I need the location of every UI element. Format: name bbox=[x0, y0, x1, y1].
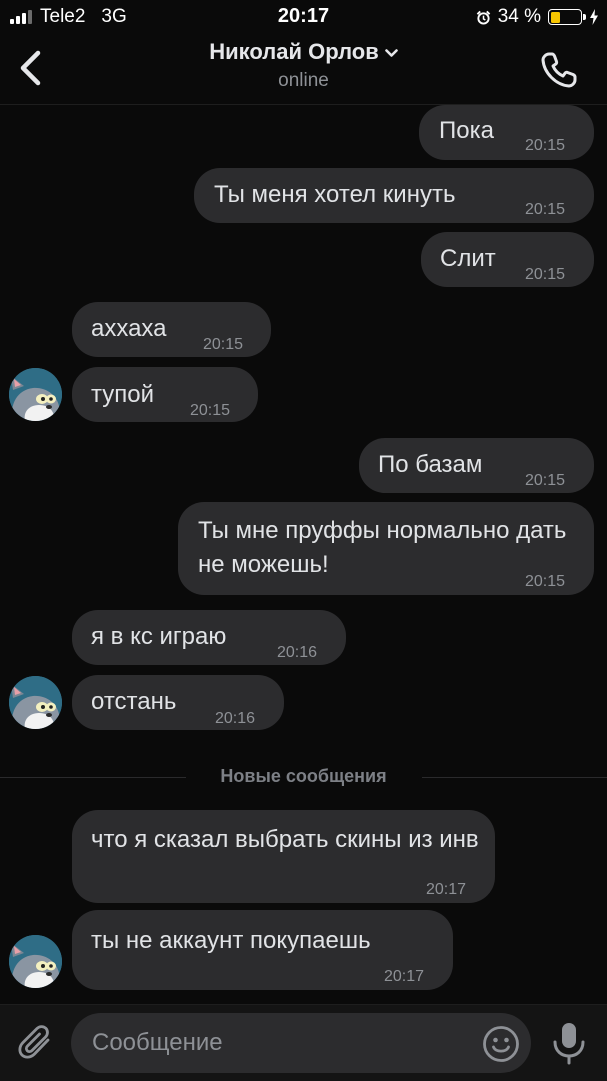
message-bubble-outgoing[interactable]: Ты мне пруффы нормально дать не можешь! … bbox=[178, 502, 594, 595]
message-text: Ты меня хотел кинуть bbox=[214, 181, 456, 208]
message-bubble-incoming[interactable]: аххаха 20:15 bbox=[72, 302, 271, 357]
message-time: 20:15 bbox=[525, 201, 566, 218]
emoji-icon[interactable] bbox=[482, 1025, 520, 1063]
battery-icon bbox=[548, 9, 586, 25]
contact-status: online bbox=[278, 70, 329, 91]
message-text: отстань bbox=[91, 688, 177, 715]
message-bubble-incoming[interactable]: что я сказал выбрать скины из инв 20:17 bbox=[72, 810, 495, 903]
message-text: что я сказал выбрать скины из инв bbox=[91, 826, 479, 853]
message-time: 20:15 bbox=[525, 137, 566, 154]
message-text: тупой bbox=[91, 381, 155, 408]
message-text: Ты мне пруффы нормально дать не можешь! bbox=[198, 517, 567, 578]
status-right: 34 % bbox=[476, 6, 599, 28]
cat-avatar-icon bbox=[9, 676, 62, 729]
alarm-icon bbox=[476, 10, 490, 25]
message-time: 20:15 bbox=[203, 336, 244, 353]
message-text: ты не аккаунт покупаешь bbox=[91, 927, 371, 954]
avatar[interactable] bbox=[9, 676, 62, 729]
contact-name-button[interactable]: Николай Орлов bbox=[0, 39, 607, 65]
cat-avatar-icon bbox=[9, 368, 62, 421]
message-bubble-outgoing[interactable]: По базам 20:15 bbox=[359, 438, 594, 493]
battery-percent: 34 % bbox=[497, 6, 541, 27]
message-text: я в кс играю bbox=[91, 623, 227, 650]
message-input[interactable] bbox=[71, 1013, 531, 1073]
message-text: Пока bbox=[439, 117, 494, 144]
status-bar: Tele2 3G 20:17 34 % bbox=[0, 0, 607, 34]
message-bubble-incoming[interactable]: я в кс играю 20:16 bbox=[72, 610, 346, 665]
new-messages-divider: Новые сообщения bbox=[0, 764, 607, 790]
charging-icon bbox=[590, 9, 598, 25]
battery-level bbox=[550, 11, 561, 23]
contact-name: Николай Орлов bbox=[209, 39, 379, 64]
message-time: 20:15 bbox=[525, 573, 566, 590]
microphone-icon[interactable] bbox=[551, 1021, 587, 1065]
chevron-down-icon bbox=[384, 48, 398, 57]
message-time: 20:16 bbox=[277, 644, 318, 661]
message-time: 20:17 bbox=[384, 968, 425, 985]
cat-avatar-icon bbox=[9, 935, 62, 988]
message-bubble-outgoing[interactable]: Пока 20:15 bbox=[419, 105, 594, 160]
avatar[interactable] bbox=[9, 368, 62, 421]
message-time: 20:15 bbox=[190, 402, 231, 419]
message-text: По базам bbox=[378, 451, 483, 478]
chat-header: Николай Орлов online bbox=[0, 34, 607, 105]
message-bubble-incoming[interactable]: отстань 20:16 bbox=[72, 675, 284, 730]
message-time: 20:15 bbox=[525, 266, 566, 283]
message-bubble-outgoing[interactable]: Ты меня хотел кинуть 20:15 bbox=[194, 168, 594, 223]
message-bubble-incoming[interactable]: ты не аккаунт покупаешь 20:17 bbox=[72, 910, 453, 990]
message-bubble-outgoing[interactable]: Слит 20:15 bbox=[421, 232, 594, 287]
message-time: 20:15 bbox=[525, 472, 566, 489]
message-bubble-incoming[interactable]: тупой 20:15 bbox=[72, 367, 258, 422]
divider-label: Новые сообщения bbox=[220, 766, 387, 786]
message-text: аххаха bbox=[91, 315, 167, 342]
message-composer bbox=[0, 1004, 607, 1081]
message-time: 20:16 bbox=[215, 710, 256, 727]
message-time: 20:17 bbox=[426, 881, 467, 898]
paperclip-icon[interactable] bbox=[18, 1023, 54, 1063]
avatar[interactable] bbox=[9, 935, 62, 988]
phone-icon[interactable] bbox=[539, 50, 579, 90]
message-text: Слит bbox=[440, 245, 496, 272]
message-list[interactable]: Пока 20:15 Ты меня хотел кинуть 20:15 Сл… bbox=[0, 104, 607, 1004]
